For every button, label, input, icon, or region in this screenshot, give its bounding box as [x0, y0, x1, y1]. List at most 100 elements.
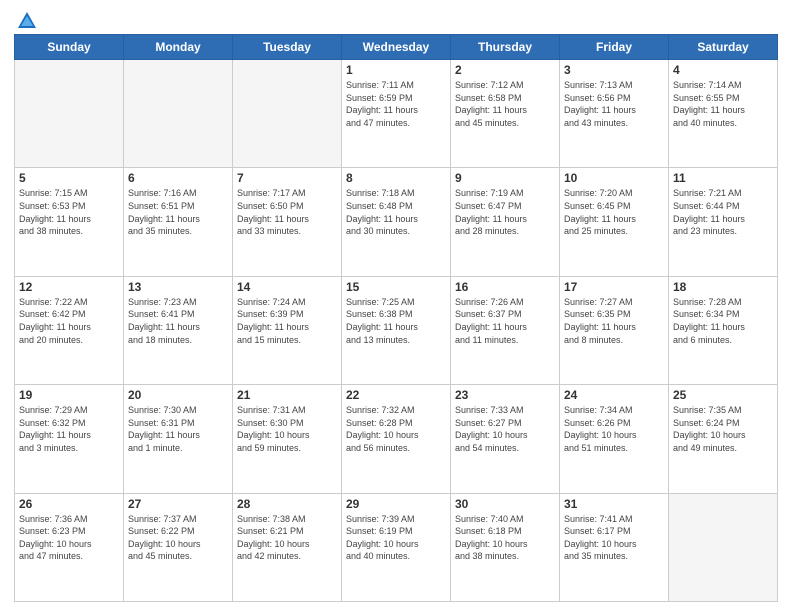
calendar-cell: 5 Sunrise: 7:15 AM Sunset: 6:53 PM Daylig…	[15, 168, 124, 276]
calendar-cell: 4 Sunrise: 7:14 AM Sunset: 6:55 PM Daylig…	[669, 60, 778, 168]
calendar-cell: 28 Sunrise: 7:38 AM Sunset: 6:21 PM Dayli…	[233, 493, 342, 601]
day-number: 28	[237, 497, 337, 511]
day-info: Sunrise: 7:14 AM Sunset: 6:55 PM Dayligh…	[673, 79, 773, 129]
day-info: Sunrise: 7:38 AM Sunset: 6:21 PM Dayligh…	[237, 513, 337, 563]
day-info: Sunrise: 7:34 AM Sunset: 6:26 PM Dayligh…	[564, 404, 664, 454]
day-number: 5	[19, 171, 119, 185]
day-info: Sunrise: 7:33 AM Sunset: 6:27 PM Dayligh…	[455, 404, 555, 454]
day-info: Sunrise: 7:37 AM Sunset: 6:22 PM Dayligh…	[128, 513, 228, 563]
day-info: Sunrise: 7:20 AM Sunset: 6:45 PM Dayligh…	[564, 187, 664, 237]
day-number: 14	[237, 280, 337, 294]
header-friday: Friday	[560, 35, 669, 60]
calendar-week-row: 26 Sunrise: 7:36 AM Sunset: 6:23 PM Dayli…	[15, 493, 778, 601]
header-sunday: Sunday	[15, 35, 124, 60]
day-info: Sunrise: 7:32 AM Sunset: 6:28 PM Dayligh…	[346, 404, 446, 454]
day-number: 15	[346, 280, 446, 294]
calendar-cell: 9Sunrise: 7:19 AM Sunset: 6:47 PM Daylig…	[451, 168, 560, 276]
day-number: 2	[455, 63, 555, 77]
calendar-cell	[669, 493, 778, 601]
day-number: 4	[673, 63, 773, 77]
day-info: Sunrise: 7:25 AM Sunset: 6:38 PM Dayligh…	[346, 296, 446, 346]
calendar-cell: 14 Sunrise: 7:24 AM Sunset: 6:39 PM Dayli…	[233, 276, 342, 384]
day-info: Sunrise: 7:31 AM Sunset: 6:30 PM Dayligh…	[237, 404, 337, 454]
calendar-cell: 10 Sunrise: 7:20 AM Sunset: 6:45 PM Dayli…	[560, 168, 669, 276]
day-info: Sunrise: 7:23 AM Sunset: 6:41 PM Dayligh…	[128, 296, 228, 346]
calendar-week-row: 1Sunrise: 7:11 AM Sunset: 6:59 PM Daylig…	[15, 60, 778, 168]
calendar-cell: 12 Sunrise: 7:22 AM Sunset: 6:42 PM Dayli…	[15, 276, 124, 384]
header-wednesday: Wednesday	[342, 35, 451, 60]
calendar-cell: 13 Sunrise: 7:23 AM Sunset: 6:41 PM Dayli…	[124, 276, 233, 384]
days-header-row: Sunday Monday Tuesday Wednesday Thursday…	[15, 35, 778, 60]
day-info: Sunrise: 7:17 AM Sunset: 6:50 PM Dayligh…	[237, 187, 337, 237]
calendar-table: Sunday Monday Tuesday Wednesday Thursday…	[14, 34, 778, 602]
calendar-cell: 26 Sunrise: 7:36 AM Sunset: 6:23 PM Dayli…	[15, 493, 124, 601]
day-info: Sunrise: 7:40 AM Sunset: 6:18 PM Dayligh…	[455, 513, 555, 563]
day-info: Sunrise: 7:30 AM Sunset: 6:31 PM Dayligh…	[128, 404, 228, 454]
day-number: 19	[19, 388, 119, 402]
day-number: 17	[564, 280, 664, 294]
day-info: Sunrise: 7:16 AM Sunset: 6:51 PM Dayligh…	[128, 187, 228, 237]
day-info: Sunrise: 7:18 AM Sunset: 6:48 PM Dayligh…	[346, 187, 446, 237]
calendar-cell: 17 Sunrise: 7:27 AM Sunset: 6:35 PM Dayli…	[560, 276, 669, 384]
day-number: 26	[19, 497, 119, 511]
day-info: Sunrise: 7:13 AM Sunset: 6:56 PM Dayligh…	[564, 79, 664, 129]
logo-icon	[16, 10, 38, 32]
day-info: Sunrise: 7:12 AM Sunset: 6:58 PM Dayligh…	[455, 79, 555, 129]
calendar-cell: 3 Sunrise: 7:13 AM Sunset: 6:56 PM Daylig…	[560, 60, 669, 168]
header-tuesday: Tuesday	[233, 35, 342, 60]
day-number: 23	[455, 388, 555, 402]
day-number: 30	[455, 497, 555, 511]
calendar-cell: 20 Sunrise: 7:30 AM Sunset: 6:31 PM Dayli…	[124, 385, 233, 493]
calendar-cell: 23 Sunrise: 7:33 AM Sunset: 6:27 PM Dayli…	[451, 385, 560, 493]
calendar-cell: 16 Sunrise: 7:26 AM Sunset: 6:37 PM Dayli…	[451, 276, 560, 384]
calendar-cell: 8 Sunrise: 7:18 AM Sunset: 6:48 PM Daylig…	[342, 168, 451, 276]
day-info: Sunrise: 7:26 AM Sunset: 6:37 PM Dayligh…	[455, 296, 555, 346]
day-number: 18	[673, 280, 773, 294]
calendar-cell: 6 Sunrise: 7:16 AM Sunset: 6:51 PM Daylig…	[124, 168, 233, 276]
calendar-week-row: 19 Sunrise: 7:29 AM Sunset: 6:32 PM Dayli…	[15, 385, 778, 493]
calendar-cell: 19 Sunrise: 7:29 AM Sunset: 6:32 PM Dayli…	[15, 385, 124, 493]
calendar-cell: 25Sunrise: 7:35 AM Sunset: 6:24 PM Dayli…	[669, 385, 778, 493]
calendar-cell	[233, 60, 342, 168]
day-number: 6	[128, 171, 228, 185]
calendar-week-row: 12 Sunrise: 7:22 AM Sunset: 6:42 PM Dayli…	[15, 276, 778, 384]
calendar-cell: 7 Sunrise: 7:17 AM Sunset: 6:50 PM Daylig…	[233, 168, 342, 276]
calendar-cell	[124, 60, 233, 168]
calendar-cell	[15, 60, 124, 168]
day-info: Sunrise: 7:15 AM Sunset: 6:53 PM Dayligh…	[19, 187, 119, 237]
calendar-cell: 1Sunrise: 7:11 AM Sunset: 6:59 PM Daylig…	[342, 60, 451, 168]
day-number: 13	[128, 280, 228, 294]
day-number: 10	[564, 171, 664, 185]
day-number: 3	[564, 63, 664, 77]
day-info: Sunrise: 7:29 AM Sunset: 6:32 PM Dayligh…	[19, 404, 119, 454]
day-number: 8	[346, 171, 446, 185]
calendar-cell: 31Sunrise: 7:41 AM Sunset: 6:17 PM Dayli…	[560, 493, 669, 601]
day-info: Sunrise: 7:11 AM Sunset: 6:59 PM Dayligh…	[346, 79, 446, 129]
day-number: 27	[128, 497, 228, 511]
day-number: 12	[19, 280, 119, 294]
day-number: 22	[346, 388, 446, 402]
header-saturday: Saturday	[669, 35, 778, 60]
day-number: 7	[237, 171, 337, 185]
calendar-cell: 21Sunrise: 7:31 AM Sunset: 6:30 PM Dayli…	[233, 385, 342, 493]
calendar-cell: 29Sunrise: 7:39 AM Sunset: 6:19 PM Dayli…	[342, 493, 451, 601]
day-info: Sunrise: 7:22 AM Sunset: 6:42 PM Dayligh…	[19, 296, 119, 346]
calendar-cell: 30 Sunrise: 7:40 AM Sunset: 6:18 PM Dayli…	[451, 493, 560, 601]
logo	[14, 10, 40, 28]
day-info: Sunrise: 7:35 AM Sunset: 6:24 PM Dayligh…	[673, 404, 773, 454]
day-number: 29	[346, 497, 446, 511]
day-info: Sunrise: 7:36 AM Sunset: 6:23 PM Dayligh…	[19, 513, 119, 563]
day-info: Sunrise: 7:24 AM Sunset: 6:39 PM Dayligh…	[237, 296, 337, 346]
calendar-cell: 18 Sunrise: 7:28 AM Sunset: 6:34 PM Dayli…	[669, 276, 778, 384]
header	[14, 10, 778, 28]
logo-text	[14, 10, 40, 28]
calendar-cell: 15 Sunrise: 7:25 AM Sunset: 6:38 PM Dayli…	[342, 276, 451, 384]
day-number: 20	[128, 388, 228, 402]
header-thursday: Thursday	[451, 35, 560, 60]
day-number: 11	[673, 171, 773, 185]
calendar-cell: 11Sunrise: 7:21 AM Sunset: 6:44 PM Dayli…	[669, 168, 778, 276]
day-number: 16	[455, 280, 555, 294]
day-info: Sunrise: 7:27 AM Sunset: 6:35 PM Dayligh…	[564, 296, 664, 346]
day-info: Sunrise: 7:28 AM Sunset: 6:34 PM Dayligh…	[673, 296, 773, 346]
calendar-cell: 27 Sunrise: 7:37 AM Sunset: 6:22 PM Dayli…	[124, 493, 233, 601]
